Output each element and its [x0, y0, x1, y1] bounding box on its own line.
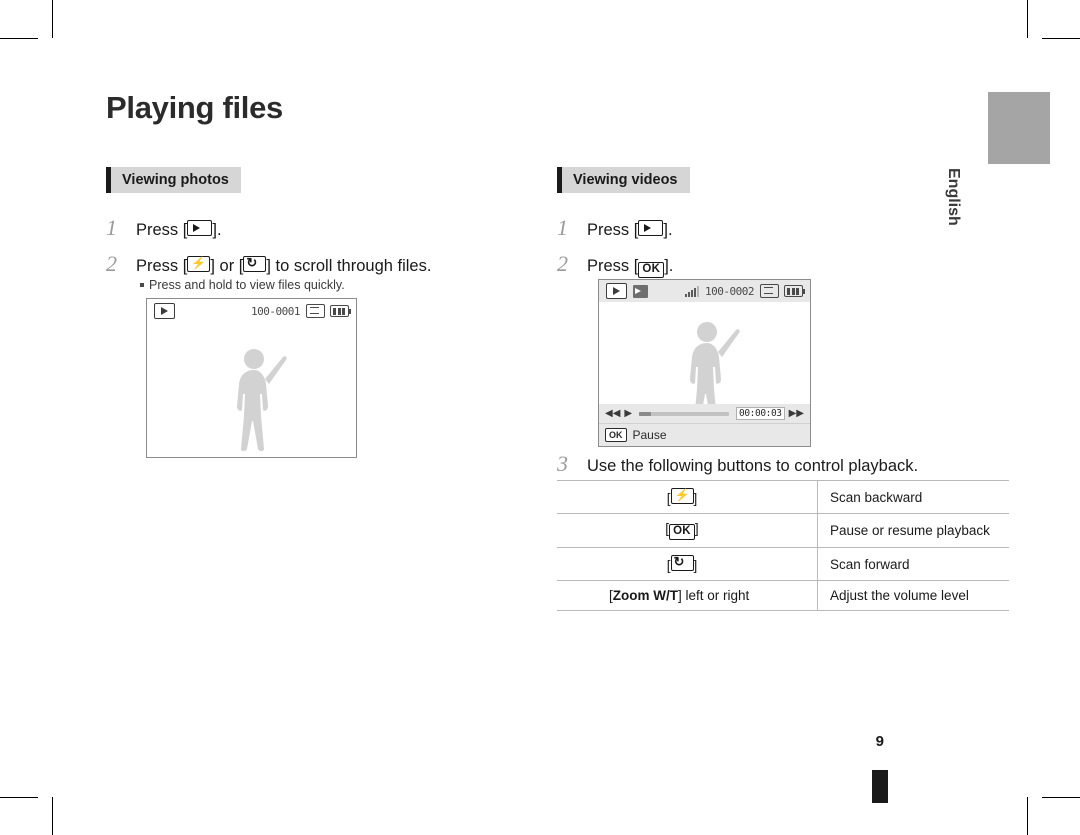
section-heading-label-2: Viewing videos	[573, 172, 678, 188]
table-cell-button-flash: []	[557, 480, 818, 514]
videos-step-3-text: Use the following buttons to control pla…	[587, 457, 919, 475]
ok-key-icon-2: OK	[669, 524, 695, 540]
photos-step-1-pre: Press [	[136, 221, 188, 239]
video-status-bar: OK Pause	[599, 423, 810, 446]
table-cell-action-scan-backward: Scan backward	[817, 480, 1009, 514]
video-screen-statusbar: 100-0002	[599, 280, 810, 302]
videos-step-2-pre: Press [	[587, 257, 639, 275]
crop-rule-top-right	[1042, 38, 1080, 39]
zoom-wt-label: Zoom W/T	[612, 588, 678, 603]
ok-key-icon: OK	[638, 262, 665, 278]
videos-step-1-text: Press [].	[587, 220, 673, 240]
crop-mark-bottom-left	[52, 797, 53, 835]
videos-step-2: 2 Press [OK].	[557, 251, 673, 278]
table-cell-action-pause-resume: Pause or resume playback	[817, 513, 1009, 548]
page-title: Playing files	[106, 90, 283, 125]
videos-step-2-post: ].	[664, 257, 674, 275]
zoom-suffix: ] left or right	[678, 588, 750, 603]
person-silhouette-icon	[236, 349, 287, 451]
crop-rule-top-left	[0, 38, 38, 39]
video-progress-bar: ◀◀ ▶ 00:00:03 ▶▶	[599, 404, 810, 423]
flash-key-icon	[187, 256, 211, 272]
flash-key-icon-2	[670, 488, 694, 504]
memory-card-icon-2	[760, 284, 779, 298]
crop-mark-bottom-right	[1027, 797, 1028, 835]
video-status-text: Pause	[632, 428, 667, 442]
photo-screen-statusbar: 100-0001	[147, 299, 356, 323]
table-cell-button-ok: [OK]	[557, 513, 818, 548]
battery-icon-2	[784, 285, 805, 297]
photos-step-2-pre: Press [	[136, 257, 188, 275]
bracket-close-2: ]	[694, 521, 699, 536]
photos-note-text: Press and hold to view files quickly.	[149, 278, 345, 292]
section-heading-viewing-photos: Viewing photos	[106, 167, 241, 193]
videos-step-1-pre: Press [	[587, 221, 639, 239]
videos-step-2-number: 2	[557, 251, 568, 276]
play-small-icon: ▶	[624, 407, 633, 419]
videos-step-1-post: ].	[663, 221, 673, 239]
videos-step-1: 1 Press [].	[557, 215, 673, 241]
section-heading-viewing-videos: Viewing videos	[557, 167, 690, 193]
bracket-close-3: ]	[693, 558, 698, 573]
bracket-open-1: [	[666, 491, 671, 506]
table-row: [] Scan forward	[557, 547, 1009, 581]
ok-chip-icon: OK	[605, 428, 627, 442]
memory-card-icon	[306, 304, 325, 318]
section-heading-label: Viewing photos	[122, 172, 229, 188]
self-timer-key-icon-2	[670, 554, 694, 571]
play-mode-icon-2	[606, 283, 627, 299]
photos-step-2-post: ] to scroll through files.	[266, 257, 432, 275]
crop-rule-bottom-right	[1042, 797, 1080, 798]
movie-icon	[633, 284, 648, 298]
photo-playback-screen-illustration: 100-0001	[146, 298, 357, 458]
fast-forward-icon: ▶▶	[788, 407, 804, 419]
self-timer-key-icon	[243, 255, 267, 272]
photos-step-1-post: ].	[212, 221, 222, 239]
crop-mark-top-right	[1027, 0, 1028, 38]
page-number: 9	[875, 733, 884, 750]
rewind-icon: ◀◀	[605, 407, 621, 419]
video-playback-screen-illustration: 100-0002 ◀◀ ▶ 00:00:03 ▶▶ OK Pause	[598, 279, 811, 447]
video-timecode: 00:00:03	[736, 407, 785, 420]
videos-step-2-text: Press [OK].	[587, 257, 673, 278]
battery-icon	[330, 305, 351, 317]
bracket-close-1: ]	[693, 491, 698, 506]
videos-step-1-number: 1	[557, 215, 568, 240]
play-key-icon	[187, 220, 213, 236]
table-cell-button-timer: []	[557, 547, 818, 581]
video-file-number: 100-0002	[705, 284, 754, 298]
photos-step-2-text: Press [ ] or [ ] to scroll through files.	[136, 255, 432, 276]
language-tab-label: English	[945, 168, 962, 226]
videos-step-3-number: 3	[557, 451, 568, 476]
photos-step-2-number: 2	[106, 251, 117, 276]
note-bullet-icon	[140, 283, 144, 287]
language-tab-block	[988, 92, 1050, 164]
crop-rule-bottom-left	[0, 797, 38, 798]
photos-step-1-text: Press [].	[136, 220, 222, 240]
table-row: [] Scan backward	[557, 480, 1009, 514]
play-key-icon-2	[638, 220, 664, 236]
table-cell-button-zoom: [Zoom W/T] left or right	[557, 580, 818, 611]
videos-step-3: 3 Use the following buttons to control p…	[557, 451, 918, 477]
progress-track	[639, 411, 730, 416]
playback-controls-table: [] Scan backward [OK] Pause or resume pl…	[557, 480, 1009, 611]
photos-step-2-mid: ] or [	[210, 257, 244, 275]
table-cell-action-volume: Adjust the volume level	[817, 580, 1009, 611]
table-row: [OK] Pause or resume playback	[557, 513, 1009, 548]
table-cell-action-scan-forward: Scan forward	[817, 547, 1009, 581]
photos-note: Press and hold to view files quickly.	[140, 278, 345, 292]
play-mode-icon	[154, 303, 175, 319]
signal-strength-icon	[685, 285, 700, 297]
photos-step-1: 1 Press [].	[106, 215, 222, 241]
photos-step-1-number: 1	[106, 215, 117, 240]
footer-registration-mark	[872, 770, 888, 803]
crop-mark-top-left	[52, 0, 53, 38]
table-row: [Zoom W/T] left or right Adjust the volu…	[557, 580, 1009, 611]
photos-step-2: 2 Press [ ] or [ ] to scroll through files…	[106, 251, 431, 277]
photo-file-number: 100-0001	[251, 304, 300, 318]
bracket-open-3: [	[666, 558, 671, 573]
